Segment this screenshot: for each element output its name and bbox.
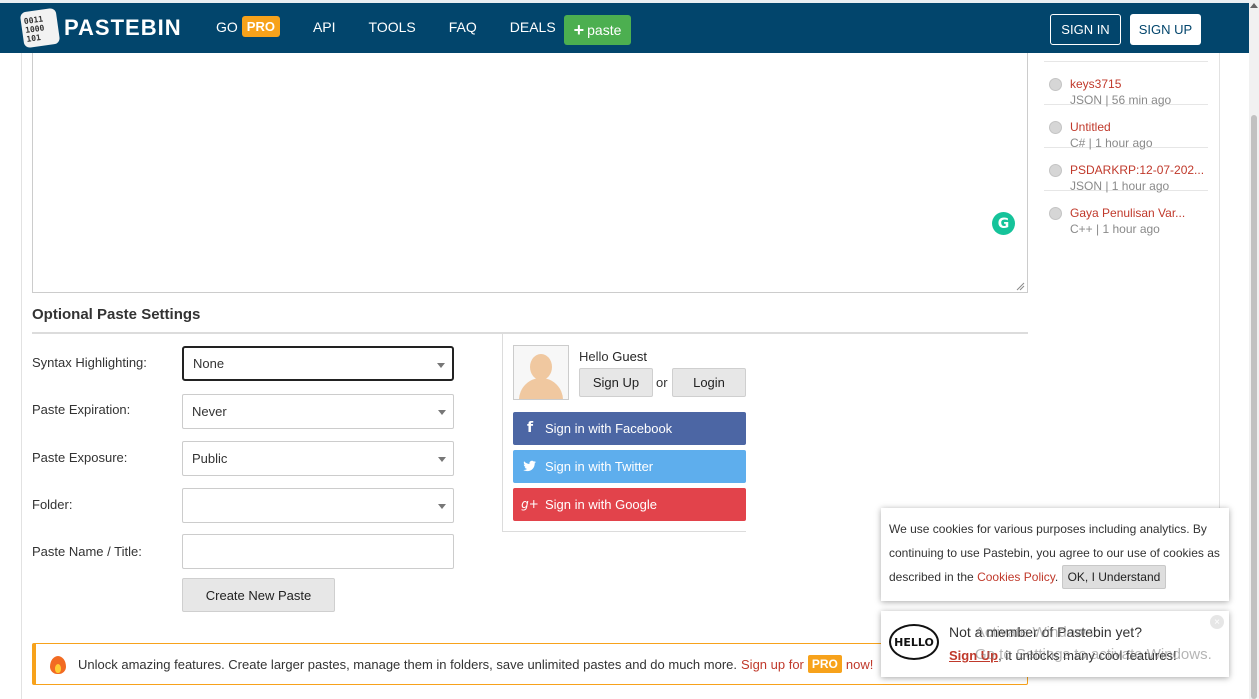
expiration-value: Never xyxy=(192,404,227,419)
chevron-down-icon xyxy=(438,504,446,509)
hello-speech-bubble-icon: HELLO xyxy=(889,624,939,660)
plus-icon: + xyxy=(573,19,585,40)
new-paste-label: paste xyxy=(587,22,622,38)
paste-name-label: Paste Name / Title: xyxy=(32,544,142,559)
guest-sign-up-button[interactable]: Sign Up xyxy=(579,368,653,397)
main-nav: GO PRO API TOOLS FAQ DEALS xyxy=(216,16,589,37)
pro-badge: PRO xyxy=(241,16,280,37)
fire-icon-inner xyxy=(55,664,61,673)
content-frame-right xyxy=(1219,53,1220,533)
expiration-label: Paste Expiration: xyxy=(32,402,131,417)
new-paste-button[interactable]: + paste xyxy=(564,15,631,45)
nav-go-label: GO xyxy=(216,18,238,35)
close-icon[interactable]: × xyxy=(1210,615,1224,629)
cookies-policy-link[interactable]: Cookies Policy xyxy=(977,570,1055,584)
nav-deals[interactable]: DEALS xyxy=(510,19,556,35)
sign-in-button[interactable]: SIGN IN xyxy=(1050,14,1121,45)
twitter-icon xyxy=(523,460,536,472)
nav-faq[interactable]: FAQ xyxy=(449,19,477,35)
cookie-text-end: . xyxy=(1054,570,1059,584)
sign-up-button[interactable]: SIGN UP xyxy=(1130,14,1201,45)
cookie-ok-button[interactable]: OK, I Understand xyxy=(1061,565,1167,589)
syntax-value: None xyxy=(193,356,225,371)
syntax-label: Syntax Highlighting: xyxy=(32,355,147,370)
hello-guest-text: Hello Guest xyxy=(579,349,647,364)
recent-pastes-list: keys3715 JSON | 56 min ago Untitled C# |… xyxy=(1044,53,1208,236)
pro-banner-text: Unlock amazing features. Create larger p… xyxy=(78,656,738,672)
folder-label: Folder: xyxy=(32,497,73,512)
recent-paste-title[interactable]: Gaya Penulisan Var... xyxy=(1070,206,1185,220)
grammarly-icon[interactable]: G xyxy=(992,212,1015,235)
logo-icon: 0011 1000 101 xyxy=(19,7,61,49)
recent-paste-title[interactable]: Untitled xyxy=(1070,120,1111,134)
exposure-label: Paste Exposure: xyxy=(32,450,128,465)
create-paste-button[interactable]: Create New Paste xyxy=(182,578,335,612)
globe-icon xyxy=(1049,78,1062,91)
expiration-select[interactable]: Never xyxy=(182,394,454,429)
globe-icon xyxy=(1049,164,1062,177)
facebook-icon: f xyxy=(526,420,534,436)
recent-paste-title[interactable]: PSDARKRP:12-07-202... xyxy=(1070,163,1204,177)
or-text: or xyxy=(656,375,668,390)
twitter-sign-in-label: Sign in with Twitter xyxy=(545,459,654,474)
recent-paste-meta: C++ | 1 hour ago xyxy=(1070,222,1160,236)
top-navbar: 0011 1000 101 PASTEBIN GO PRO API TOOLS F… xyxy=(0,0,1259,53)
exposure-value: Public xyxy=(192,451,228,466)
google-sign-in-label: Sign in with Google xyxy=(545,497,658,512)
scrollbar-thumb[interactable] xyxy=(1251,115,1257,699)
avatar xyxy=(513,345,569,400)
facebook-sign-in-button[interactable]: f Sign in with Facebook xyxy=(513,412,746,445)
pro-signup-link[interactable]: Sign up for xyxy=(741,657,804,672)
guest-name: Guest xyxy=(612,349,647,364)
hello-label: Hello xyxy=(579,349,609,364)
recent-paste-title[interactable]: keys3715 xyxy=(1070,77,1121,91)
content-frame-left xyxy=(21,53,22,699)
fire-icon xyxy=(50,654,66,674)
chevron-down-icon xyxy=(438,457,446,462)
pro-now-link[interactable]: now! xyxy=(846,657,873,672)
scroll-up-arrow-icon[interactable] xyxy=(1250,3,1258,8)
syntax-select[interactable]: None xyxy=(182,346,454,381)
recent-list-divider xyxy=(1044,53,1208,62)
nav-api[interactable]: API xyxy=(313,19,336,35)
exposure-select[interactable]: Public xyxy=(182,441,454,476)
guest-login-button[interactable]: Login xyxy=(672,368,746,397)
facebook-sign-in-label: Sign in with Facebook xyxy=(545,421,673,436)
pro-badge[interactable]: PRO xyxy=(807,655,842,673)
chevron-down-icon xyxy=(438,410,446,415)
chevron-down-icon xyxy=(437,363,445,368)
folder-select[interactable] xyxy=(182,488,454,523)
paste-textarea[interactable] xyxy=(32,53,1028,293)
pro-upsell-banner: Unlock amazing features. Create larger p… xyxy=(32,643,1028,685)
activate-windows-watermark: Activate Windows Go to Settings to activ… xyxy=(975,622,1212,666)
recent-paste-item[interactable]: Gaya Penulisan Var... C++ | 1 hour ago xyxy=(1044,191,1208,236)
paste-name-input[interactable] xyxy=(182,534,454,569)
cookie-consent-popup: We use cookies for various purposes incl… xyxy=(881,508,1229,601)
avatar-head xyxy=(530,354,552,380)
avatar-body xyxy=(519,378,563,399)
recent-paste-item[interactable]: Untitled C# | 1 hour ago xyxy=(1044,105,1208,150)
pastebin-logo[interactable]: 0011 1000 101 PASTEBIN xyxy=(19,7,182,49)
watermark-line1: Activate Windows xyxy=(975,624,1094,641)
recent-paste-item[interactable]: keys3715 JSON | 56 min ago xyxy=(1044,62,1208,107)
google-sign-in-button[interactable]: g+ Sign in with Google xyxy=(513,488,746,521)
google-plus-icon: g+ xyxy=(521,497,539,511)
globe-icon xyxy=(1049,207,1062,220)
nav-tools[interactable]: TOOLS xyxy=(369,19,416,35)
twitter-sign-in-button[interactable]: Sign in with Twitter xyxy=(513,450,746,483)
logo-text: PASTEBIN xyxy=(64,15,182,40)
globe-icon xyxy=(1049,121,1062,134)
watermark-line2: Go to Settings to activate Windows. xyxy=(975,646,1212,663)
settings-title: Optional Paste Settings xyxy=(32,306,201,323)
nav-go-pro[interactable]: GO PRO xyxy=(216,16,280,37)
resize-grip-icon[interactable] xyxy=(1015,281,1025,291)
recent-paste-item[interactable]: PSDARKRP:12-07-202... JSON | 1 hour ago xyxy=(1044,148,1208,193)
